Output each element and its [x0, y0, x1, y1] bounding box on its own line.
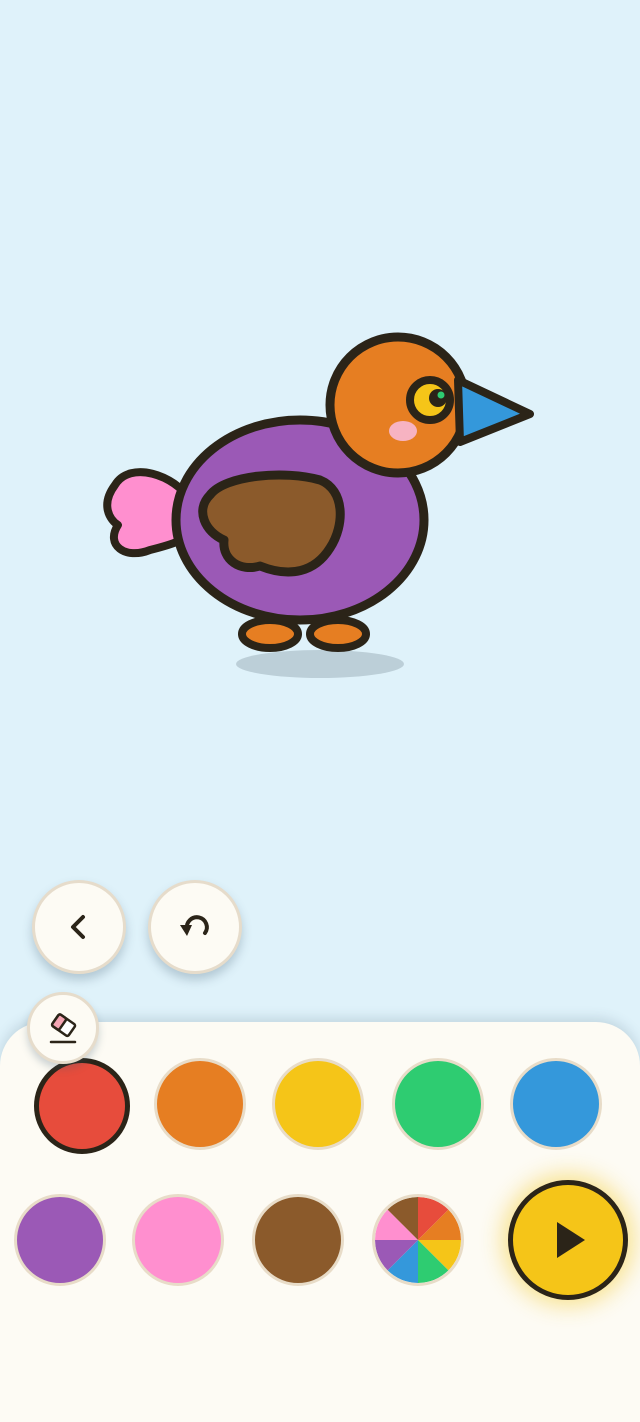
swatch-pink[interactable]: [132, 1194, 224, 1286]
bird-foot-left[interactable]: [238, 616, 302, 652]
swatch-red[interactable]: [34, 1058, 130, 1154]
bird-shadow: [236, 650, 404, 678]
bird-eye-glint: [437, 391, 445, 399]
swatch-brown[interactable]: [252, 1194, 344, 1286]
swatch-purple[interactable]: [14, 1194, 106, 1286]
bird-foot-right[interactable]: [306, 616, 370, 652]
undo-button[interactable]: [148, 880, 242, 974]
eraser-icon: [49, 1013, 77, 1044]
swatch-green[interactable]: [392, 1058, 484, 1150]
rainbow-wheel-icon: [375, 1197, 461, 1283]
bird-pupil: [429, 389, 447, 407]
back-button[interactable]: [32, 880, 126, 974]
swatch-yellow[interactable]: [272, 1058, 364, 1150]
bird-cheek[interactable]: [389, 421, 417, 441]
play-button[interactable]: [508, 1180, 628, 1300]
bird-beak[interactable]: [454, 376, 534, 446]
drawing-canvas[interactable]: [0, 0, 640, 1020]
swatch-rainbow[interactable]: [372, 1194, 464, 1286]
undo-icon: [180, 915, 209, 936]
swatch-orange[interactable]: [154, 1058, 246, 1150]
swatch-blue[interactable]: [510, 1058, 602, 1150]
play-icon: [557, 1222, 585, 1258]
bird-wing[interactable]: [198, 470, 345, 577]
eraser-button[interactable]: [27, 992, 99, 1064]
chevron-left-icon: [71, 915, 85, 939]
